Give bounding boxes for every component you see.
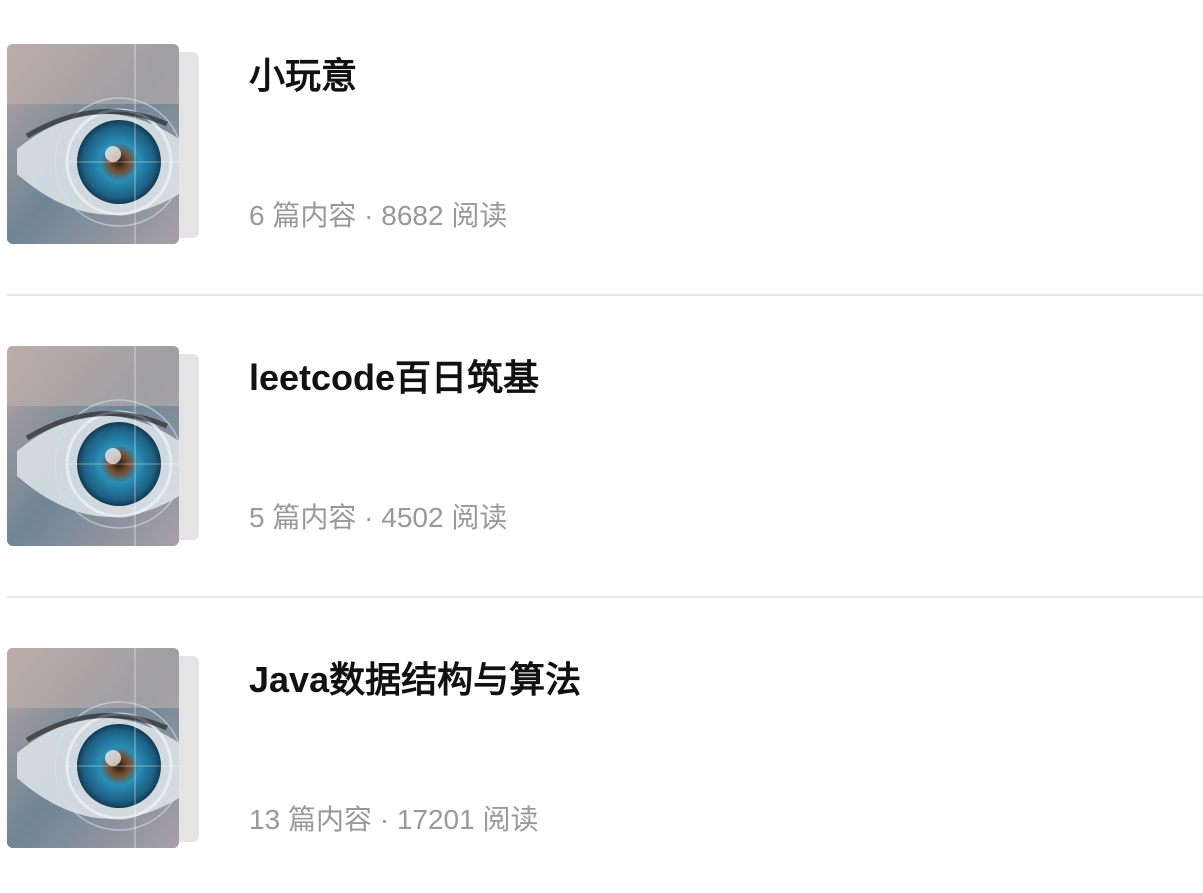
- content-count: 6: [249, 200, 265, 231]
- meta-separator: ·: [364, 502, 374, 533]
- content-count-unit: 篇内容: [272, 200, 357, 231]
- collection-item[interactable]: Java数据结构与算法 13 篇内容 · 17201 阅读: [7, 648, 1203, 848]
- collection-title[interactable]: 小玩意: [249, 56, 357, 96]
- cover-stack[interactable]: [7, 648, 201, 848]
- collection-item[interactable]: leetcode百日筑基 5 篇内容 · 4502 阅读: [7, 346, 1203, 546]
- collection-title[interactable]: Java数据结构与算法: [249, 660, 581, 700]
- cover-stack[interactable]: [7, 44, 201, 244]
- collection-meta: 13 篇内容 · 17201 阅读: [249, 803, 539, 837]
- content-count: 5: [249, 502, 265, 533]
- read-count: 4502: [381, 502, 444, 533]
- divider: [7, 294, 1203, 296]
- eye-cover-image[interactable]: [7, 44, 179, 244]
- eye-cover-image[interactable]: [7, 346, 179, 546]
- read-count-unit: 阅读: [451, 502, 508, 533]
- eye-cover-image[interactable]: [7, 648, 179, 848]
- content-count: 13: [249, 804, 281, 835]
- cover-stack[interactable]: [7, 346, 201, 546]
- read-count-unit: 阅读: [482, 804, 539, 835]
- meta-separator: ·: [379, 804, 390, 835]
- read-count: 8682: [381, 200, 444, 231]
- divider: [7, 596, 1203, 598]
- content-count-unit: 篇内容: [287, 804, 372, 835]
- collection-title[interactable]: leetcode百日筑基: [249, 358, 539, 398]
- content-count-unit: 篇内容: [272, 502, 357, 533]
- collection-item[interactable]: 小玩意 6 篇内容 · 8682 阅读: [7, 44, 1203, 244]
- meta-separator: ·: [364, 200, 374, 231]
- read-count-unit: 阅读: [451, 200, 508, 231]
- read-count: 17201: [396, 804, 475, 835]
- collection-meta: 6 篇内容 · 8682 阅读: [249, 199, 507, 233]
- collection-meta: 5 篇内容 · 4502 阅读: [249, 501, 507, 535]
